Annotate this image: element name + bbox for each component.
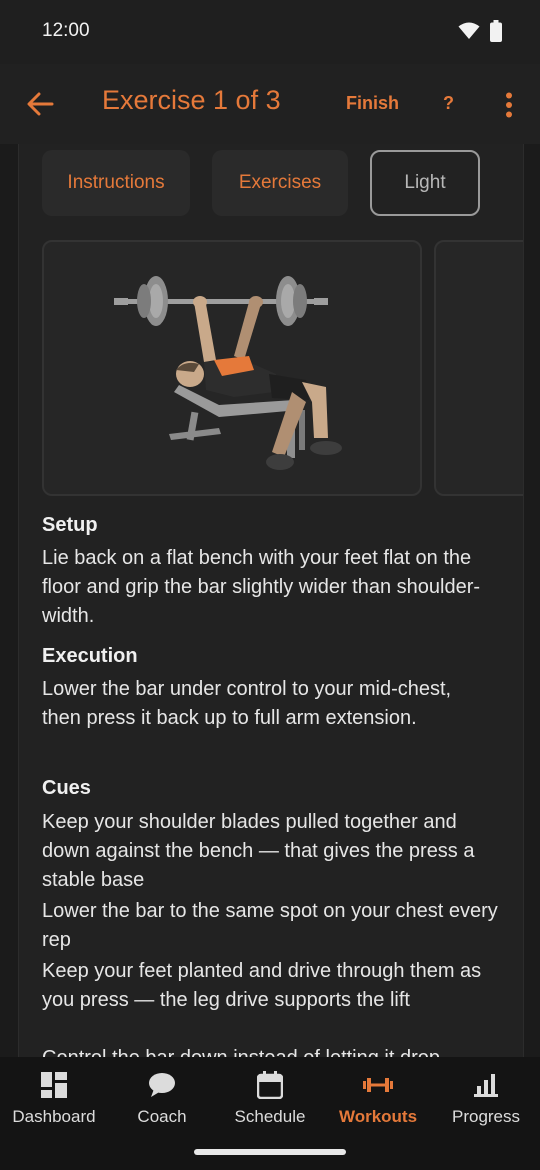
nav-item-coach[interactable]: Coach <box>108 1069 216 1141</box>
section-title-execution: Execution <box>42 645 138 667</box>
section-title-setup: Setup <box>42 514 98 536</box>
more-options-button[interactable] <box>500 90 518 120</box>
cue-item: Keep your shoulder blades pulled togethe… <box>42 811 475 891</box>
nav-label: Progress <box>451 1107 521 1126</box>
cue-item: Keep your feet planted and drive through… <box>42 960 482 1011</box>
nav-item-progress[interactable]: Progress <box>432 1069 540 1141</box>
nav-item-dashboard[interactable]: Dashboard <box>0 1069 108 1141</box>
arrow-back-icon <box>27 92 54 116</box>
status-icons <box>458 20 502 42</box>
calendar-icon <box>254 1069 286 1101</box>
page-title: Exercise 1 of 3 <box>102 85 281 115</box>
home-indicator[interactable] <box>194 1149 346 1155</box>
chip-instructions[interactable]: Instructions <box>42 150 190 216</box>
nav-item-workouts[interactable]: Workouts <box>324 1069 432 1141</box>
chat-icon <box>146 1069 178 1101</box>
nav-item-schedule[interactable]: Schedule <box>216 1069 324 1141</box>
dashboard-icon <box>38 1069 70 1101</box>
help-button[interactable]: ? <box>443 93 454 114</box>
wifi-icon <box>458 22 480 39</box>
app-bar: Exercise 1 of 3 Finish ? <box>0 64 540 144</box>
back-button[interactable] <box>20 82 60 126</box>
bench-press-icon <box>114 276 342 470</box>
exercise-content[interactable]: Instructions Exercises Light Setup Lie b… <box>18 144 524 1057</box>
dumbbell-icon <box>362 1069 394 1101</box>
exercise-illustration-card[interactable] <box>42 240 422 496</box>
section-title-cues: Cues <box>42 777 91 799</box>
nav-label: Coach <box>137 1107 187 1126</box>
cue-item: Lower the bar to the same spot on your c… <box>42 900 498 951</box>
setup-text: Lie back on a flat bench with your feet … <box>42 547 481 627</box>
chip-light[interactable]: Light <box>370 150 480 216</box>
execution-text: Lower the bar under control to your mid-… <box>42 678 452 729</box>
nav-label: Schedule <box>234 1107 306 1126</box>
status-bar: 12:00 <box>0 0 540 64</box>
status-time: 12:00 <box>42 20 90 41</box>
battery-icon <box>490 20 502 42</box>
chip-exercises[interactable]: Exercises <box>212 150 348 216</box>
bottom-navigation: Dashboard Coach Schedule Workouts Progre… <box>0 1057 540 1170</box>
finish-button[interactable]: Finish <box>346 93 399 114</box>
exercise-illustration-card-next[interactable] <box>434 240 523 496</box>
nav-label: Dashboard <box>12 1107 96 1126</box>
bar-chart-icon <box>470 1069 502 1101</box>
cue-item: Control the bar down instead of letting … <box>42 1044 502 1057</box>
more-vertical-icon <box>506 92 512 118</box>
nav-label: Workouts <box>338 1107 418 1126</box>
